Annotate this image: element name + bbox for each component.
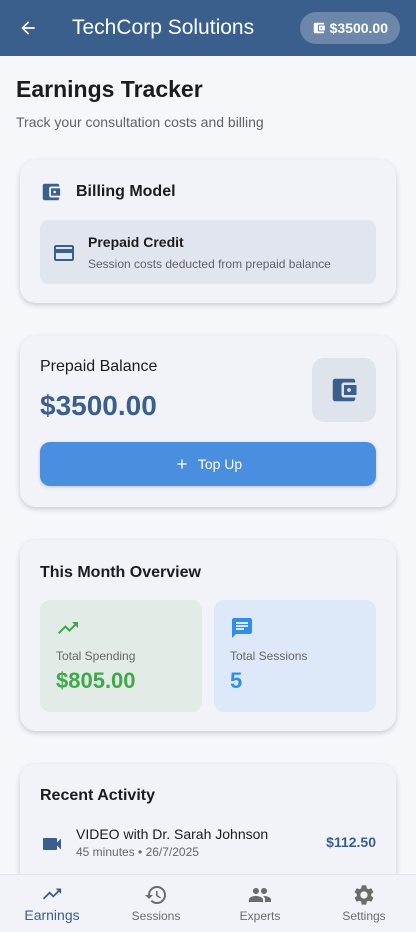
gear-icon	[354, 885, 374, 905]
back-button[interactable]	[0, 0, 56, 56]
nav-label: Earnings	[24, 907, 80, 923]
nav-label: Settings	[342, 909, 386, 923]
trending-up-icon	[42, 888, 62, 900]
wallet-icon	[42, 183, 61, 201]
list-item[interactable]: VIDEO with Dr. Sarah Johnson 45 minutes …	[40, 820, 376, 864]
bottom-nav: Earnings Sessions Experts Settings	[0, 874, 416, 932]
app-bar: TechCorp Solutions $3500.00	[0, 0, 416, 56]
activity-amount: $112.50	[326, 834, 376, 850]
balance-label: Prepaid Balance	[40, 358, 158, 375]
total-sessions-value: 5	[230, 668, 243, 693]
nav-item-earnings[interactable]: Earnings	[0, 875, 104, 932]
wallet-icon	[313, 22, 325, 34]
overview-title: This Month Overview	[40, 564, 201, 581]
page-title: Earnings Tracker	[16, 76, 203, 102]
total-spending-tile: Total Spending $805.00	[40, 600, 202, 712]
total-spending-label: Total Spending	[56, 649, 136, 663]
wallet-icon-box	[312, 358, 376, 422]
billing-model-header: Billing Model	[76, 183, 176, 200]
total-sessions-label: Total Sessions	[230, 649, 308, 663]
nav-label: Sessions	[131, 909, 181, 923]
top-up-button[interactable]: Top Up	[40, 442, 376, 486]
nav-label: Experts	[239, 909, 281, 923]
credit-card-icon	[54, 245, 74, 261]
recent-activity-card: Recent Activity VIDEO with Dr. Sarah Joh…	[20, 764, 396, 874]
nav-item-experts[interactable]: Experts	[208, 875, 312, 932]
recent-activity-title: Recent Activity	[40, 787, 155, 804]
chat-icon	[232, 618, 252, 638]
activity-title: VIDEO with Dr. Sarah Johnson	[76, 826, 269, 842]
main-content: Earnings Tracker Track your consultation…	[0, 56, 416, 874]
page-subtitle: Track your consultation costs and billin…	[16, 114, 264, 130]
month-overview-card: This Month Overview Total Spending $805.…	[20, 540, 396, 731]
history-icon	[145, 886, 166, 904]
arrow-back-icon	[21, 21, 35, 35]
billing-model-description: Session costs deducted from prepaid bala…	[88, 257, 331, 271]
prepaid-balance-card: Prepaid Balance $3500.00 Top Up	[20, 336, 396, 507]
nav-item-settings[interactable]: Settings	[312, 875, 416, 932]
activity-meta: 45 minutes • 26/7/2025	[76, 845, 199, 859]
billing-model-card: Billing Model Prepaid Credit Session cos…	[20, 160, 396, 303]
videocam-icon	[43, 838, 61, 850]
total-sessions-tile: Total Sessions 5	[214, 600, 376, 712]
people-icon	[249, 888, 271, 902]
balance-chip[interactable]: $3500.00	[299, 12, 400, 44]
billing-model-title: Prepaid Credit	[88, 234, 184, 250]
trending-up-icon	[58, 622, 78, 634]
top-up-label: Top Up	[197, 456, 243, 472]
balance-chip-label: $3500.00	[329, 20, 388, 36]
total-spending-value: $805.00	[56, 668, 136, 693]
app-title: TechCorp Solutions	[72, 16, 255, 39]
billing-model-option[interactable]: Prepaid Credit Session costs deducted fr…	[40, 220, 376, 284]
nav-item-sessions[interactable]: Sessions	[104, 875, 208, 932]
balance-amount: $3500.00	[40, 390, 157, 421]
plus-icon	[177, 459, 187, 469]
wallet-icon	[332, 378, 357, 402]
